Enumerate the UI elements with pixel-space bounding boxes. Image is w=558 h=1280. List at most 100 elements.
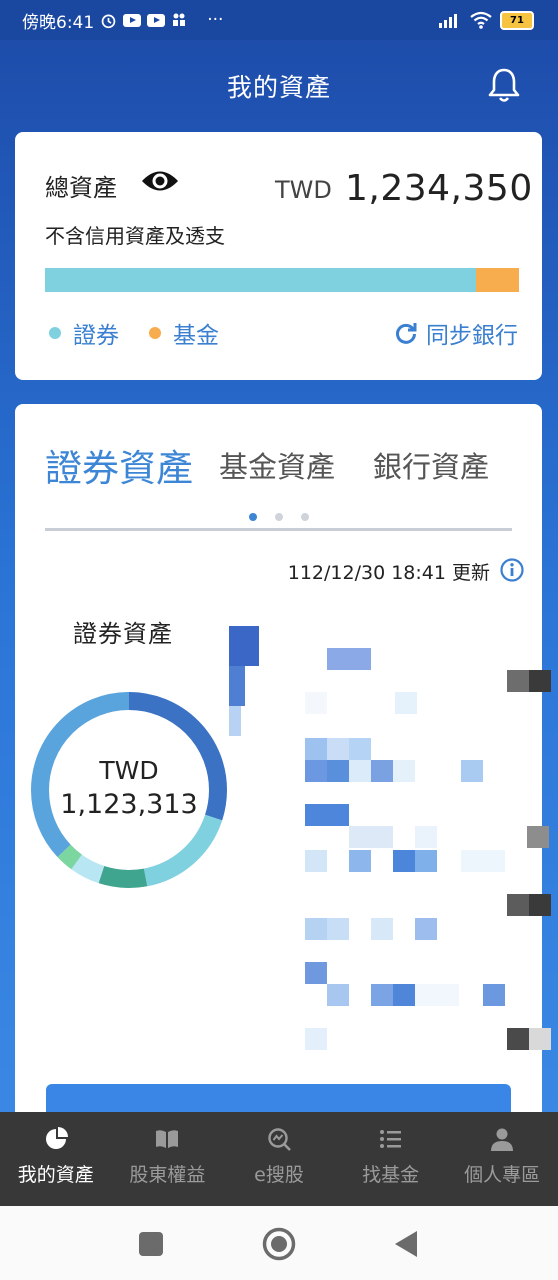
status-bar: 傍晚6:41 ··· 71 <box>0 0 558 40</box>
redacted-block <box>305 760 327 782</box>
nav-shareholder-rights-label: 股東權益 <box>129 1164 206 1186</box>
bottom-nav: 我的資產 股東權益 e搜股 找基金 個人專區 <box>0 1112 558 1206</box>
redacted-block <box>415 984 459 1006</box>
redacted-block <box>415 826 437 848</box>
youtube-icon <box>123 13 142 27</box>
app-header: 我的資產 <box>0 40 558 130</box>
nav-my-assets[interactable]: 我的資產 <box>0 1112 112 1206</box>
redacted-block <box>327 648 371 670</box>
redacted-block <box>507 1028 529 1050</box>
redacted-block <box>229 666 245 706</box>
redacted-block <box>349 850 371 872</box>
redacted-block <box>393 760 415 782</box>
total-assets-note: 不含信用資產及透支 <box>45 224 225 248</box>
legend-label: 證券 <box>73 323 119 349</box>
redacted-block <box>327 760 349 782</box>
redacted-block <box>529 670 551 692</box>
nav-find-fund-label: 找基金 <box>362 1164 420 1186</box>
redacted-block <box>305 850 327 872</box>
nav-personal-area[interactable]: 個人專區 <box>446 1112 558 1206</box>
total-assets-card: 總資產 不含信用資產及透支 TWD 1,234,350 證券 基金 同步銀行 <box>15 132 542 380</box>
book-icon <box>156 1130 179 1148</box>
allocation-bar <box>45 268 519 292</box>
redacted-block <box>305 804 349 826</box>
redacted-block <box>507 894 529 916</box>
redacted-block <box>461 850 505 872</box>
pie-chart-icon <box>45 1127 68 1149</box>
tab-bank[interactable]: 銀行資產 <box>373 444 489 486</box>
nav-shareholder-rights[interactable]: 股東權益 <box>112 1112 224 1206</box>
status-left: 傍晚6:41 ··· <box>0 8 223 33</box>
status-right: 71 <box>438 10 558 30</box>
redacted-block <box>507 670 529 692</box>
app-notification-icon <box>173 13 186 26</box>
redacted-block <box>305 1028 327 1050</box>
redacted-block <box>229 626 259 666</box>
system-nav-bar <box>0 1206 558 1280</box>
total-amount: 1,234,350 <box>345 168 533 209</box>
redacted-block <box>529 894 551 916</box>
signal-icon <box>439 14 457 28</box>
person-icon <box>491 1128 514 1151</box>
redacted-block <box>327 918 349 940</box>
redacted-block <box>305 918 327 940</box>
redacted-block <box>483 984 505 1006</box>
legend-dot <box>49 327 61 339</box>
list-icon <box>379 1130 401 1148</box>
allocation-segment-0 <box>45 268 477 292</box>
legend-item: 基金 <box>149 316 219 350</box>
donut-center: TWD 1,123,313 <box>29 756 229 820</box>
redacted-block <box>371 760 393 782</box>
circle-home-icon[interactable] <box>262 1227 296 1261</box>
triangle-back-icon[interactable] <box>393 1230 419 1258</box>
legend-label: 基金 <box>173 323 219 349</box>
redacted-block <box>327 738 349 760</box>
page-dot[interactable] <box>300 513 309 521</box>
redacted-block <box>371 984 393 1006</box>
redacted-block <box>415 918 437 940</box>
nav-personal-area-label: 個人專區 <box>464 1164 541 1186</box>
redacted-block <box>395 692 417 714</box>
page-dot[interactable] <box>248 513 257 521</box>
nav-find-fund[interactable]: 找基金 <box>335 1112 447 1206</box>
redacted-block <box>349 738 371 760</box>
updated-time: 112/12/30 18:41 更新 <box>287 562 490 584</box>
tab-funds[interactable]: 基金資產 <box>219 444 335 486</box>
status-time: 傍晚6:41 <box>22 12 95 33</box>
page-dot[interactable] <box>274 513 283 521</box>
assets-detail-card: 證券資產 基金資產 銀行資產 112/12/30 18:41 更新 證券資產 T… <box>15 404 551 1164</box>
legend-item: 證券 <box>49 316 119 350</box>
asset-tabs: 證券資產 基金資產 銀行資產 <box>45 444 515 494</box>
wifi-icon <box>470 11 492 29</box>
status-more: ··· <box>207 10 224 30</box>
page-title: 我的資產 <box>226 73 331 102</box>
refresh-icon <box>396 323 417 344</box>
redacted-block <box>393 850 415 872</box>
donut-currency: TWD <box>99 756 159 785</box>
redacted-block <box>415 850 437 872</box>
redacted-block <box>527 826 549 848</box>
youtube-icon-2 <box>147 13 166 27</box>
donut-value: 1,123,313 <box>60 789 198 820</box>
redacted-block <box>393 984 415 1006</box>
alarm-icon <box>101 14 116 28</box>
allocation-segment-1 <box>476 268 519 292</box>
tab-securities[interactable]: 證券資產 <box>45 438 193 492</box>
eye-icon[interactable] <box>141 168 179 194</box>
nav-stock-search[interactable]: e搜股 <box>223 1112 335 1206</box>
redacted-block <box>305 692 327 714</box>
redacted-block <box>349 826 393 848</box>
total-currency: TWD <box>275 176 332 204</box>
redacted-block <box>461 760 483 782</box>
nav-stock-search-label: e搜股 <box>254 1164 304 1186</box>
sync-bank-button[interactable]: 同步銀行 <box>394 316 518 350</box>
redacted-block <box>229 706 241 736</box>
square-icon[interactable] <box>139 1232 163 1256</box>
bell-icon[interactable] <box>486 66 522 104</box>
tab-page-indicator <box>15 506 542 525</box>
allocation-legend: 證券 基金 <box>49 316 249 350</box>
section-title: 證券資產 <box>73 620 173 648</box>
holdings-list-redacted <box>229 626 551 1066</box>
info-icon[interactable] <box>500 558 524 582</box>
redacted-block <box>529 1028 551 1050</box>
